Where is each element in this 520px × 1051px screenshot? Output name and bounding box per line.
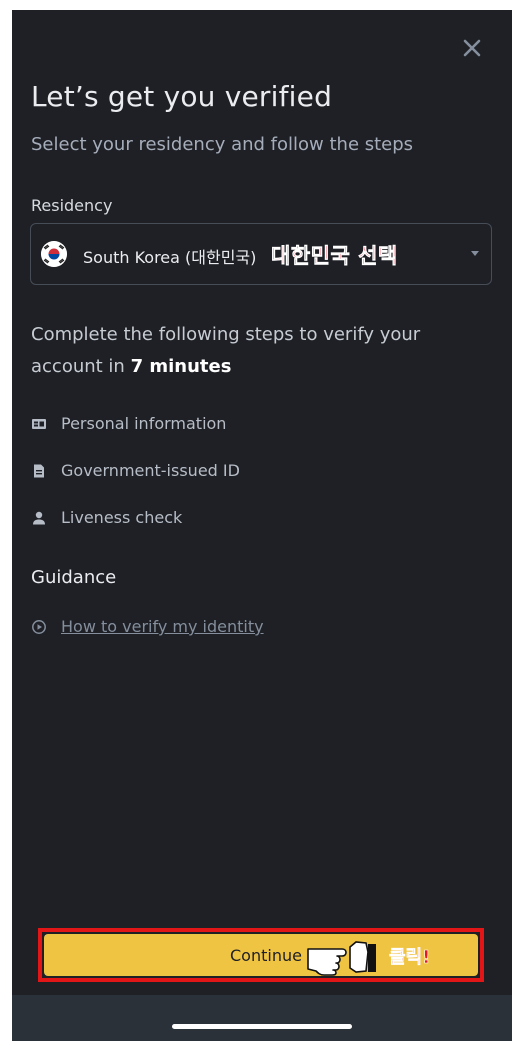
pointing-hand-icon: [307, 941, 376, 976]
steps-duration: 7 minutes: [130, 356, 232, 377]
residency-label: Residency: [31, 196, 113, 215]
how-to-verify-link[interactable]: How to verify my identity: [61, 617, 264, 636]
person-icon: [31, 510, 47, 526]
steps-intro: Complete the following steps to verify y…: [31, 319, 471, 383]
home-indicator[interactable]: [172, 1024, 352, 1029]
step-label: Liveness check: [61, 508, 183, 527]
home-bar-area: [12, 995, 512, 1041]
document-icon: [31, 463, 47, 479]
page-subtitle: Select your residency and follow the ste…: [31, 134, 414, 155]
id-card-icon: [31, 416, 47, 432]
play-circle-icon: [31, 619, 47, 635]
step-liveness-check: Liveness check: [31, 508, 182, 527]
page-title: Let’s get you verified: [31, 80, 333, 113]
south-korea-flag-icon: [41, 241, 67, 267]
chevron-down-icon: [471, 251, 479, 256]
step-personal-information: Personal information: [31, 414, 226, 433]
residency-selected-value: South Korea (대한민국): [83, 248, 257, 267]
continue-button[interactable]: Continue 클릭!: [44, 934, 478, 976]
step-label: Personal information: [61, 414, 227, 433]
select-annotation: 대한민국 선택: [271, 244, 398, 269]
step-label: Government-issued ID: [61, 461, 240, 480]
step-government-id: Government-issued ID: [31, 461, 240, 480]
verification-screen: Let’s get you verified Select your resid…: [12, 10, 512, 1041]
continue-button-label: Continue: [230, 946, 302, 965]
residency-select[interactable]: South Korea (대한민국) 대한민국 선택: [30, 223, 492, 285]
close-icon[interactable]: [460, 36, 484, 60]
guidance-link-row[interactable]: How to verify my identity: [31, 617, 264, 636]
continue-highlight-frame: Continue 클릭!: [38, 928, 484, 982]
guidance-heading: Guidance: [31, 567, 117, 588]
click-annotation: 클릭!: [389, 947, 431, 969]
